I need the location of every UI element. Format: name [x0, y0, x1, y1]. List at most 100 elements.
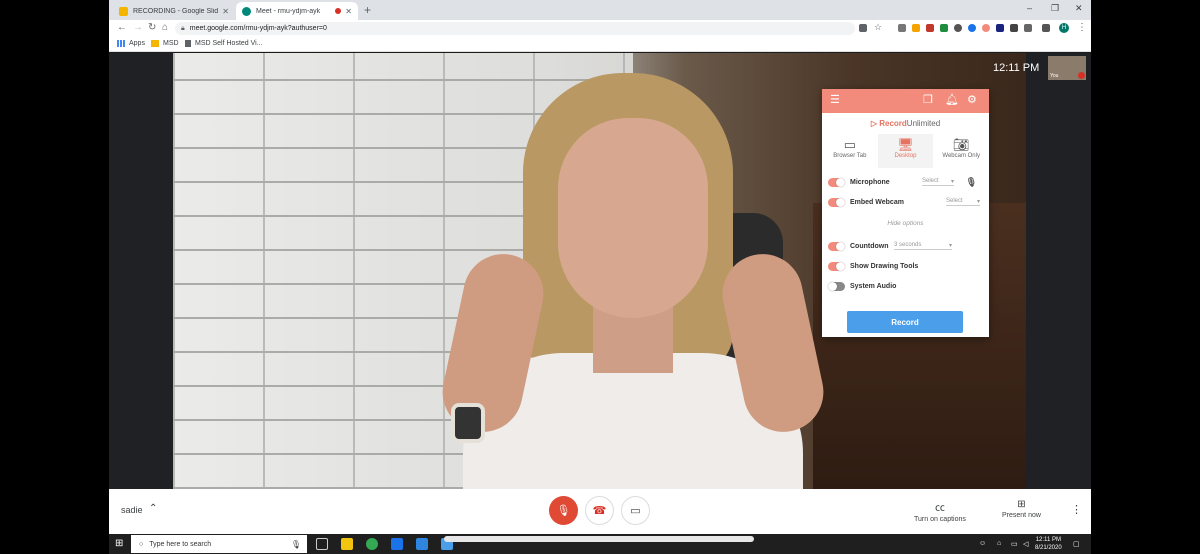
new-tab-button[interactable]: +: [364, 3, 371, 17]
option-system-audio: System Audio: [822, 276, 989, 296]
present-now-button[interactable]: ⊞ Present now: [1002, 499, 1041, 519]
gear-icon[interactable]: ⚙: [967, 95, 977, 106]
captions-button[interactable]: ㏄ Turn on captions: [914, 499, 966, 523]
mode-webcam-only[interactable]: 📷︎ Webcam Only: [933, 134, 989, 168]
microphone-select[interactable]: Select ▾: [922, 178, 954, 186]
chrome-icon[interactable]: [366, 538, 378, 550]
hide-options-link[interactable]: Hide options: [822, 212, 989, 236]
participant-person: [435, 73, 831, 489]
bookmark-apps[interactable]: Apps: [117, 40, 145, 47]
close-icon[interactable]: ✕: [222, 7, 229, 16]
meeting-name[interactable]: sadie: [121, 505, 143, 515]
camera-icon: 📷︎: [952, 137, 970, 152]
popup-header: ☰ ❐ 🔔︎ ⚙: [822, 89, 989, 113]
extension-icon[interactable]: [926, 24, 934, 32]
option-label: Show Drawing Tools: [850, 262, 919, 270]
gallery-icon[interactable]: ❐: [923, 95, 933, 106]
network-icon[interactable]: ⌂: [997, 540, 1001, 547]
taskbar-search[interactable]: ○ Type here to search 🎙︎: [131, 535, 307, 553]
bookmark-label: Apps: [129, 40, 145, 47]
option-drawing-tools: Show Drawing Tools: [822, 256, 989, 276]
home-icon[interactable]: ⌂: [162, 22, 168, 33]
bookmark-msd[interactable]: MSD: [151, 40, 179, 47]
battery-icon[interactable]: ▭: [1011, 540, 1018, 548]
microphone-icon[interactable]: 🎙︎: [291, 540, 301, 549]
embed-webcam-toggle[interactable]: [828, 197, 845, 207]
volume-icon[interactable]: ◁: [1023, 540, 1028, 548]
extension-icon[interactable]: [954, 24, 962, 32]
microphone-toggle[interactable]: [828, 177, 845, 187]
bell-icon[interactable]: 🔔︎: [945, 95, 959, 106]
record-unlimited-extension-icon[interactable]: [982, 24, 990, 32]
mode-selector: ▭ Browser Tab 🖥︎ Desktop 📷︎ Webcam Only: [822, 134, 989, 168]
task-view-icon[interactable]: [316, 538, 328, 550]
extension-icon[interactable]: [996, 24, 1004, 32]
brand-logo: ▷ RecordUnlimited: [822, 119, 989, 128]
camera-permission-icon[interactable]: [859, 24, 867, 32]
select-value: 3 seconds: [894, 242, 922, 248]
mic-toggle-button[interactable]: 🎙︎: [549, 496, 578, 525]
notification-icon[interactable]: ▢: [1073, 540, 1080, 548]
reload-icon[interactable]: ↻: [148, 22, 156, 33]
taskbar-clock[interactable]: 12:11 PM 8/21/2020: [1035, 536, 1062, 552]
more-options-icon[interactable]: ⋮: [1071, 503, 1082, 516]
countdown-select[interactable]: 3 seconds ▾: [894, 242, 952, 250]
recording-dot-icon: [335, 8, 342, 14]
captions-label: Turn on captions: [914, 516, 966, 523]
tab-google-slides[interactable]: RECORDING - Google Slides ✕: [113, 2, 235, 20]
profile-avatar[interactable]: H: [1059, 23, 1069, 33]
people-icon[interactable]: ☺: [979, 540, 986, 547]
back-icon[interactable]: ←: [117, 22, 127, 33]
puzzle-icon[interactable]: [1024, 24, 1032, 32]
star-icon[interactable]: ☆: [874, 22, 882, 33]
brand-prefix: Record: [879, 119, 907, 128]
tab-meet[interactable]: Meet - rmu-ydjm-ayk ✕: [236, 2, 358, 20]
mode-desktop[interactable]: 🖥︎ Desktop: [877, 134, 934, 168]
window-close-icon[interactable]: ✕: [1075, 3, 1083, 14]
menu-dots-icon[interactable]: ⋮: [1077, 22, 1087, 33]
countdown-toggle[interactable]: [828, 241, 845, 251]
bookmark-label: MSD Self Hosted Vi...: [195, 40, 263, 47]
extension-icon[interactable]: [912, 24, 920, 32]
meet-icon: [242, 6, 251, 16]
extension-icon[interactable]: [898, 24, 906, 32]
self-view-tile[interactable]: You: [1048, 56, 1086, 80]
horizontal-scrollbar[interactable]: [444, 536, 754, 542]
windows-start-icon[interactable]: ⊞: [115, 538, 123, 549]
drawing-tools-toggle[interactable]: [828, 261, 845, 271]
close-icon[interactable]: ✕: [345, 7, 352, 16]
muted-badge-icon: [1078, 72, 1085, 79]
taskbar-time: 12:11 PM: [1035, 537, 1061, 543]
record-button[interactable]: Record: [847, 311, 963, 333]
address-bar[interactable]: 🔒︎ meet.google.com/rmu-ydjm-ayk?authuser…: [175, 22, 855, 35]
option-embed-webcam: Embed Webcam Select ▾: [822, 192, 989, 212]
extension-icon[interactable]: [940, 24, 948, 32]
leave-call-button[interactable]: ☎: [585, 496, 614, 525]
app-icon[interactable]: [391, 538, 403, 550]
search-placeholder: Type here to search: [149, 540, 212, 548]
maximize-icon[interactable]: ❐: [1051, 3, 1059, 14]
select-value: Select: [922, 178, 939, 184]
chevron-up-icon[interactable]: ⌃: [149, 503, 157, 514]
microphone-icon: 🎙︎: [965, 176, 977, 187]
bookmark-msd-self-hosted[interactable]: MSD Self Hosted Vi...: [185, 40, 263, 47]
mic-off-icon: 🎙︎: [556, 505, 571, 517]
extension-icon[interactable]: [1010, 24, 1018, 32]
cast-icon[interactable]: [1042, 24, 1050, 32]
forward-icon[interactable]: →: [133, 22, 143, 33]
select-value: Select: [946, 198, 963, 204]
url-text: meet.google.com/rmu-ydjm-ayk?authuser=0: [189, 25, 327, 32]
smartwatch: [451, 403, 485, 443]
extension-icon[interactable]: [968, 24, 976, 32]
app-icon[interactable]: [416, 538, 428, 550]
webcam-select[interactable]: Select ▾: [946, 198, 980, 206]
system-audio-toggle[interactable]: [828, 281, 845, 291]
mode-browser-tab[interactable]: ▭ Browser Tab: [822, 134, 878, 168]
file-explorer-icon[interactable]: [341, 538, 353, 550]
camera-toggle-button[interactable]: ▭: [621, 496, 650, 525]
hamburger-menu-icon[interactable]: ☰: [830, 95, 840, 106]
mode-label: Webcam Only: [942, 153, 980, 159]
folder-icon: [151, 40, 159, 47]
windows-taskbar: ⊞ ○ Type here to search 🎙︎ ☺ ⌂ ▭ ◁ 12:11…: [109, 534, 1091, 554]
minimize-icon[interactable]: –: [1027, 3, 1032, 13]
